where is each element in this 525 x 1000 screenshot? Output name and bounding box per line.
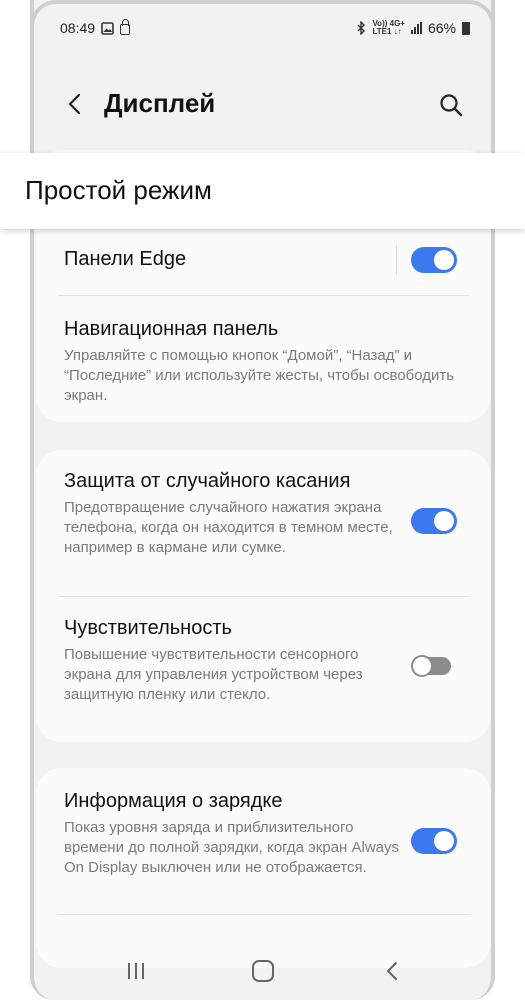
- battery-percent: 66%: [427, 20, 456, 36]
- accidental-touch-description: Предотвращение случайного нажатия экрана…: [64, 499, 393, 556]
- touch-sensitivity-toggle[interactable]: [411, 655, 457, 681]
- back-arrow-icon[interactable]: [64, 92, 88, 116]
- touch-sensitivity-title: Чувствительность: [64, 617, 232, 639]
- page-title: Дисплей: [104, 88, 216, 118]
- lock-icon: [120, 19, 131, 35]
- charging-info-description: Показ уровня заряда и приблизительного в…: [64, 819, 400, 876]
- divider: [58, 914, 469, 915]
- bluetooth-icon: [357, 21, 366, 35]
- charging-info-title: Информация о зарядке: [64, 790, 283, 812]
- status-time: 08:49: [60, 20, 96, 36]
- network-indicator: Vo)) 4G+ LTE1 ↓↑: [372, 20, 405, 36]
- easy-mode-label: Простой режим: [25, 175, 212, 205]
- status-bar: 08:49 Vo)) 4G+ LTE1 ↓↑ 66%: [60, 16, 470, 40]
- signal-icon: [410, 22, 422, 34]
- navigation-bar-description: Управляйте с помощью кнопок “Домой”, “На…: [64, 347, 455, 404]
- touch-sensitivity-row[interactable]: Чувствительность Повышение чувствительно…: [36, 597, 491, 742]
- battery-icon: [462, 21, 470, 35]
- phone-screen: 08:49 Vo)) 4G+ LTE1 ↓↑ 66% Дисплей Панел…: [30, 0, 495, 1000]
- row-separator: [396, 245, 397, 275]
- accidental-touch-title: Защита от случайного касания: [64, 470, 351, 492]
- charging-info-toggle[interactable]: [411, 828, 457, 854]
- edge-panels-title: Панели Edge: [64, 248, 187, 270]
- gallery-icon: [101, 21, 114, 35]
- back-icon[interactable]: [384, 961, 400, 981]
- edge-panels-toggle[interactable]: [411, 247, 457, 273]
- charging-info-row[interactable]: Информация о зарядке Показ уровня заряда…: [36, 768, 491, 916]
- search-icon[interactable]: [438, 92, 464, 118]
- accidental-touch-row[interactable]: Защита от случайного касания Предотвраще…: [36, 450, 491, 595]
- navigation-bar-row[interactable]: Навигационная панель Управляйте с помощь…: [36, 296, 491, 406]
- app-bar: Дисплей: [34, 80, 491, 130]
- touch-sensitivity-description: Повышение чувствительности сенсорного эк…: [64, 646, 363, 703]
- recent-apps-icon[interactable]: [126, 962, 146, 980]
- navigation-bar-title: Навигационная панель: [64, 318, 279, 340]
- home-icon[interactable]: [252, 960, 274, 982]
- easy-mode-banner[interactable]: Простой режим: [0, 153, 525, 229]
- edge-panels-row[interactable]: Панели Edge: [36, 230, 491, 290]
- settings-card-2: Защита от случайного касания Предотвраще…: [36, 450, 491, 742]
- settings-card-3: Информация о зарядке Показ уровня заряда…: [36, 768, 491, 968]
- accidental-touch-toggle[interactable]: [411, 508, 457, 534]
- system-nav-bar: [34, 945, 491, 995]
- network-bottom-label: LTE1 ↓↑: [372, 27, 402, 36]
